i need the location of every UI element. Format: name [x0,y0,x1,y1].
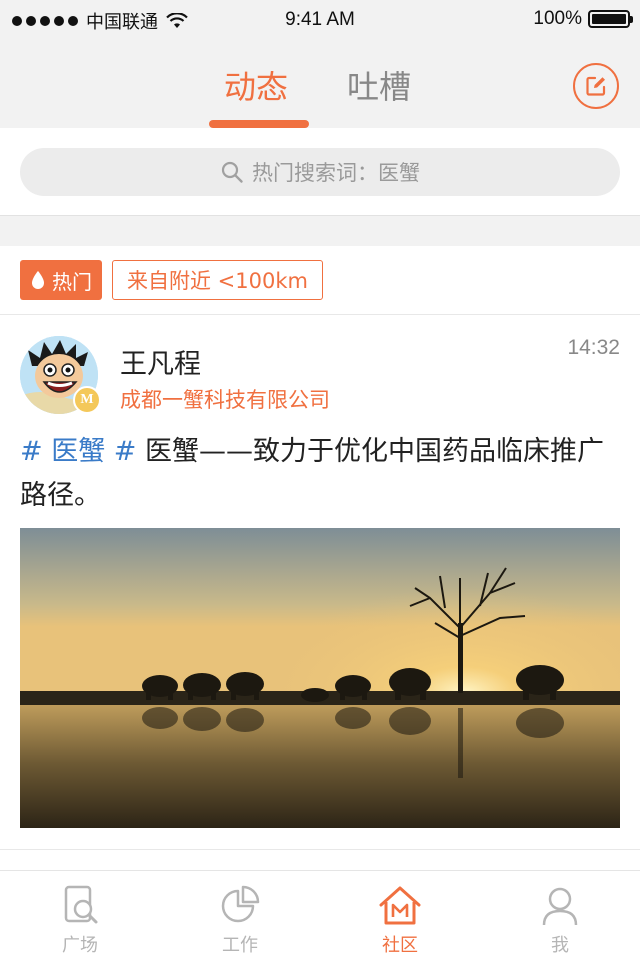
hot-tag: 热门 [20,260,102,300]
profile-icon [542,887,578,926]
tags-divider [0,314,640,315]
search-placeholder: 热门搜索词：医蟹 [252,161,420,185]
status-bar: 中国联通 9:41 AM 100% [0,0,640,40]
hot-tag-label: 热门 [52,269,92,294]
company-name: 成都一蟹科技有限公司 [120,388,330,412]
tab-dynamics[interactable]: 动态 [224,62,288,108]
member-badge: M [73,386,101,414]
search-input[interactable]: 热门搜索词：医蟹 [20,148,620,196]
tab-community[interactable]: 社区 [320,871,480,960]
post-content: # 医蟹 # 医蟹——致力于优化中国药品临床推广路径。 [20,430,625,518]
post-image[interactable] [20,528,620,828]
plaza-icon [64,885,98,924]
top-nav: 动态 吐槽 [0,40,640,128]
tab-complaints[interactable]: 吐槽 [347,62,411,108]
tab-me-label: 我 [551,935,569,956]
work-chart-icon [221,885,260,923]
search-section: 热门搜索词：医蟹 [0,128,640,216]
user-name[interactable]: 王凡程 [120,342,201,381]
active-tab-indicator [209,120,309,128]
hashtag-link[interactable]: # 医蟹 # [20,436,136,467]
edit-icon [586,76,606,96]
post-tags: 热门 来自附近 <100km [20,260,323,300]
tab-community-label: 社区 [382,935,418,956]
tab-plaza[interactable]: 广场 [0,871,160,960]
search-icon [221,161,243,183]
tab-work-label: 工作 [222,935,258,956]
tab-me[interactable]: 我 [480,871,640,960]
post-time: 14:32 [567,336,620,359]
battery-percent: 100% [533,8,582,29]
community-home-icon [379,886,421,925]
battery-group: 100% [533,8,633,30]
nearby-tag: 来自附近 <100km [112,260,323,300]
sunset-elephants-photo [20,528,620,828]
bottom-tab-bar: 广场 工作 社区 我 [0,870,640,960]
tab-plaza-label: 广场 [62,935,98,956]
post-card[interactable]: 热门 来自附近 <100km M 王凡程 成都一蟹科技有限公司 14:32 # … [0,246,640,849]
flame-icon [32,271,44,289]
compose-button[interactable] [573,63,619,109]
tab-work[interactable]: 工作 [160,871,320,960]
battery-icon [588,10,633,28]
